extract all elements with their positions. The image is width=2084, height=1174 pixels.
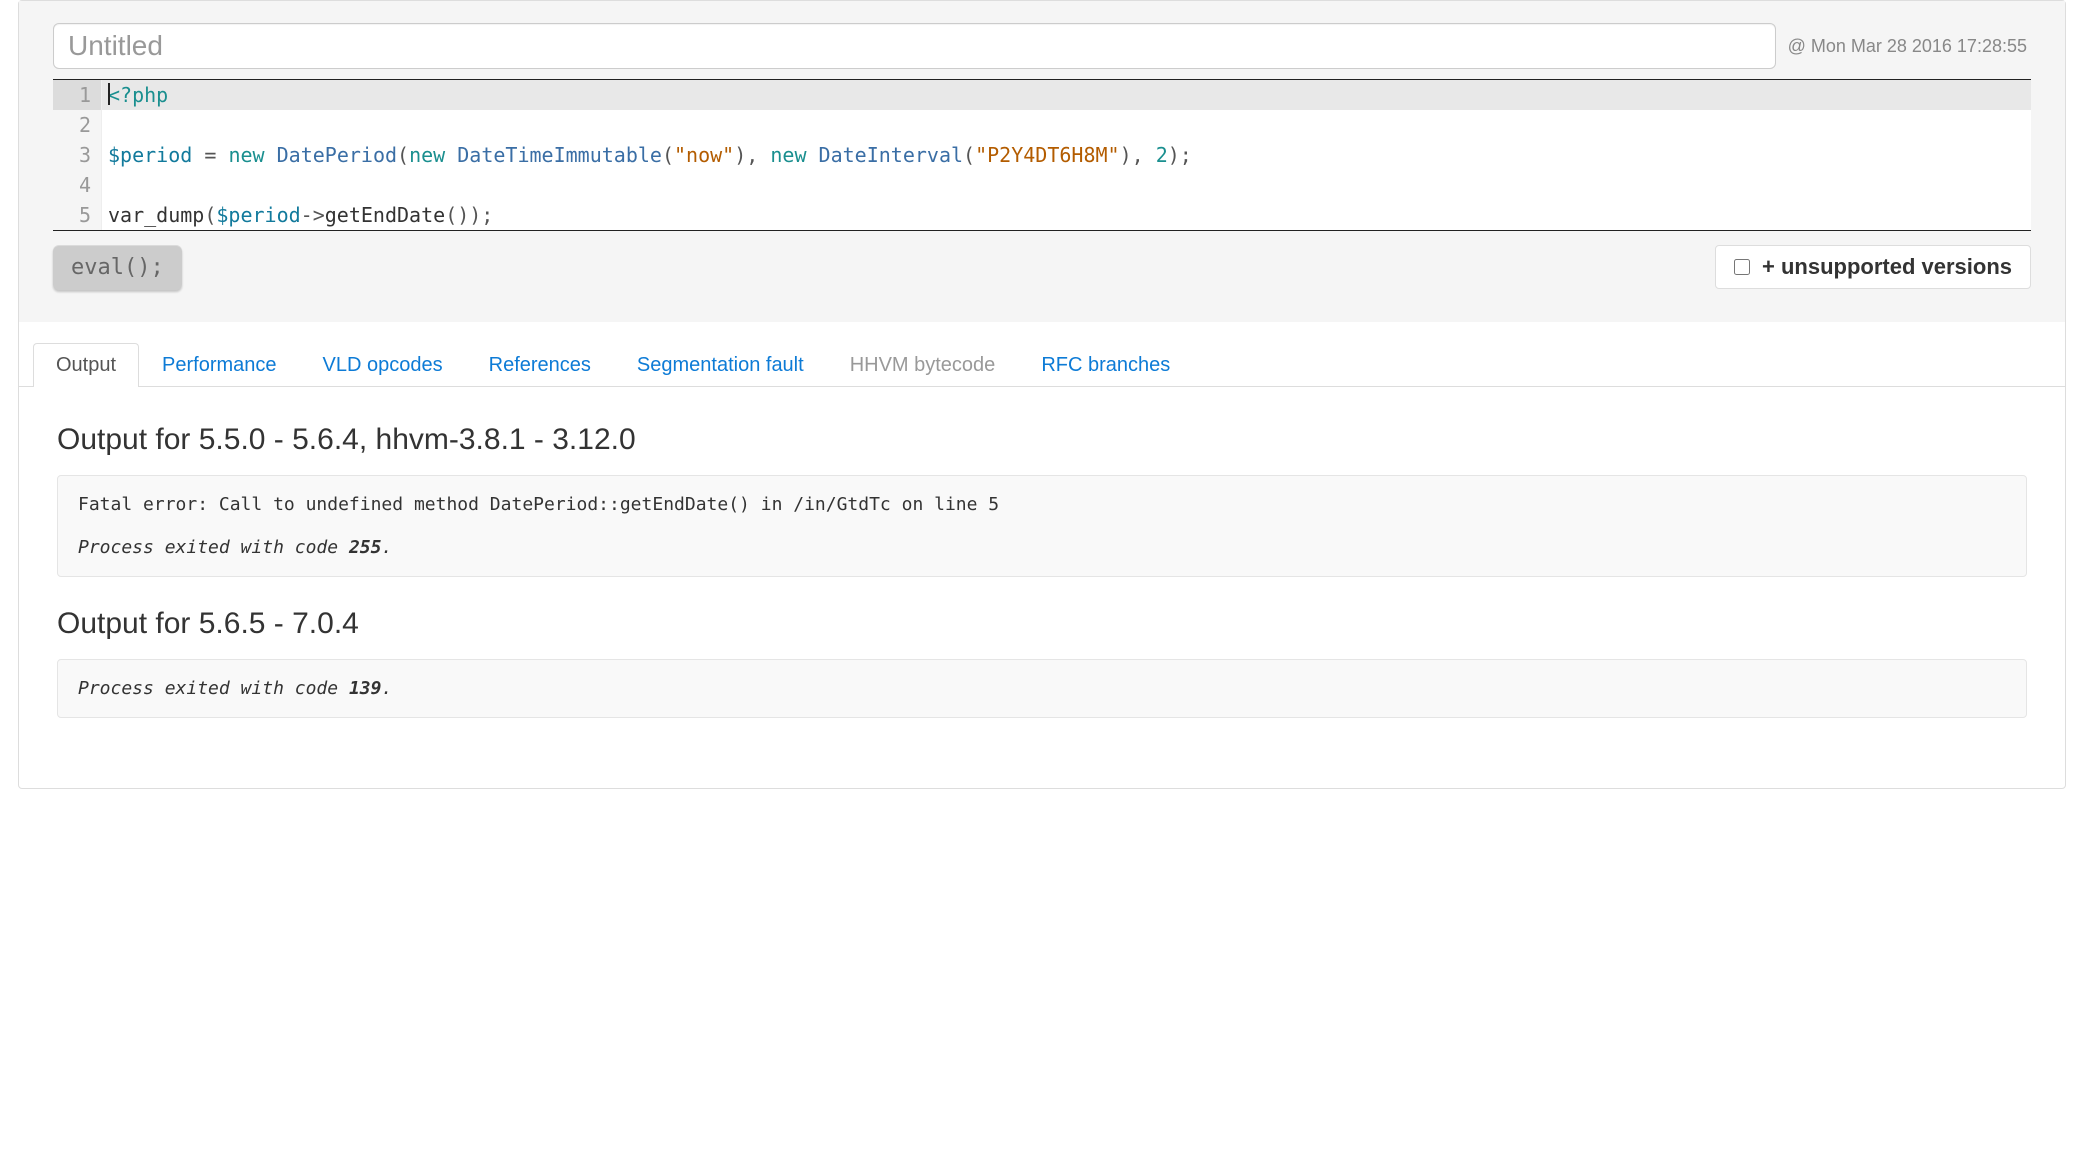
- exit-suffix: .: [381, 537, 392, 558]
- eval-button[interactable]: eval();: [53, 245, 182, 290]
- tab-rfc-branches[interactable]: RFC branches: [1018, 343, 1193, 387]
- unsupported-versions-label: + unsupported versions: [1762, 254, 2012, 280]
- output-box: Process exited with code 139.: [57, 659, 2027, 718]
- tab-vld-opcodes[interactable]: VLD opcodes: [300, 343, 466, 387]
- editor-actions-row: eval(); + unsupported versions: [53, 245, 2031, 290]
- tab-performance[interactable]: Performance: [139, 343, 300, 387]
- line-number: 1: [53, 80, 101, 110]
- exit-code: 255: [349, 537, 382, 558]
- line-number: 5: [53, 200, 101, 230]
- line-number: 4: [53, 170, 101, 200]
- editor-line: 1 <?php: [53, 80, 2031, 110]
- code-cell[interactable]: [101, 170, 2031, 200]
- output-box: Fatal error: Call to undefined method Da…: [57, 475, 2027, 577]
- main-container: @ Mon Mar 28 2016 17:28:55 1 <?php 2 3 $…: [18, 0, 2066, 789]
- title-input[interactable]: [53, 23, 1776, 69]
- unsupported-versions-toggle[interactable]: + unsupported versions: [1715, 245, 2031, 289]
- editor-line: 2: [53, 110, 2031, 140]
- output-heading: Output for 5.6.5 - 7.0.4: [57, 607, 2027, 641]
- line-number: 3: [53, 140, 101, 170]
- code-cell[interactable]: $period = new DatePeriod(new DateTimeImm…: [101, 140, 2031, 170]
- tab-output[interactable]: Output: [33, 343, 139, 387]
- unsupported-versions-checkbox[interactable]: [1734, 259, 1750, 275]
- output-error-text: Fatal error: Call to undefined method Da…: [78, 494, 2006, 515]
- title-row: @ Mon Mar 28 2016 17:28:55: [53, 23, 2031, 69]
- editor-line: 5 var_dump($period->getEndDate());: [53, 200, 2031, 230]
- timestamp-label: @ Mon Mar 28 2016 17:28:55: [1788, 36, 2031, 57]
- exit-prefix: Process exited with code: [78, 678, 349, 699]
- code-cell[interactable]: <?php: [101, 80, 2031, 110]
- exit-prefix: Process exited with code: [78, 537, 349, 558]
- editor-panel: @ Mon Mar 28 2016 17:28:55 1 <?php 2 3 $…: [19, 1, 2065, 322]
- code-editor[interactable]: 1 <?php 2 3 $period = new DatePeriod(new…: [53, 79, 2031, 231]
- code-cell[interactable]: var_dump($period->getEndDate());: [101, 200, 2031, 230]
- tab-segmentation-fault[interactable]: Segmentation fault: [614, 343, 827, 387]
- exit-suffix: .: [381, 678, 392, 699]
- output-heading: Output for 5.5.0 - 5.6.4, hhvm-3.8.1 - 3…: [57, 423, 2027, 457]
- line-number: 2: [53, 110, 101, 140]
- code-cell[interactable]: [101, 110, 2031, 140]
- editor-line: 4: [53, 170, 2031, 200]
- tabs-row: Output Performance VLD opcodes Reference…: [19, 342, 2065, 387]
- exit-code: 139: [349, 678, 382, 699]
- output-panel: Output for 5.5.0 - 5.6.4, hhvm-3.8.1 - 3…: [19, 387, 2065, 788]
- output-exit-line: Process exited with code 139.: [78, 678, 2006, 699]
- output-exit-line: Process exited with code 255.: [78, 537, 2006, 558]
- tab-hhvm-bytecode: HHVM bytecode: [827, 343, 1019, 387]
- tab-references[interactable]: References: [466, 343, 614, 387]
- caret-icon: [108, 83, 110, 105]
- editor-line: 3 $period = new DatePeriod(new DateTimeI…: [53, 140, 2031, 170]
